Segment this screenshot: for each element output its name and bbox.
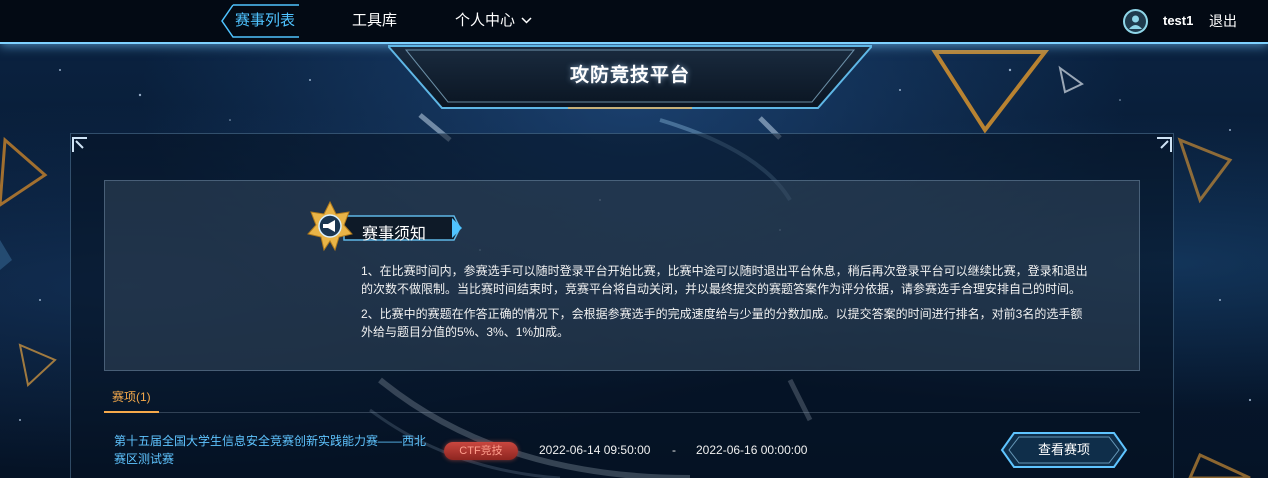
megaphone-icon (323, 220, 335, 232)
end-time: 2022-06-16 00:00:00 (696, 443, 808, 457)
nav-item-user-center[interactable]: 个人中心 (455, 0, 532, 44)
start-time: 2022-06-14 09:50:00 (539, 443, 651, 457)
username: test1 (1163, 13, 1194, 28)
view-competition-button-label[interactable]: 查看赛项 (1000, 431, 1128, 469)
notice-line: 2、比赛中的赛题在作答正确的情况下，会根据参赛选手的完成速度给与少量的分数加成。… (361, 307, 1083, 321)
notice-line: 外给与题目分值的5%、3%、1%加成。 (361, 325, 570, 339)
nav-item-competition-list[interactable]: 赛事列表 (235, 0, 295, 44)
tab-competition-items[interactable]: 赛项(1) (104, 387, 159, 413)
nav-item-toolbox[interactable]: 工具库 (352, 0, 397, 44)
top-nav: 赛事列表 工具库 个人中心 test1 退出 (0, 0, 1268, 44)
chevron-down-icon (521, 0, 532, 42)
notice-line: 的次数不做限制。当比赛时间结束时，竞赛平台将自动关闭，并以最终提交的赛题答案作为… (361, 282, 1082, 296)
user-avatar-icon[interactable] (1123, 9, 1148, 34)
tab-bar (104, 385, 1140, 413)
time-separator: - (672, 443, 676, 457)
corner-marker-icon (72, 137, 87, 152)
notice-title: 赛事须知 (362, 226, 427, 243)
nav-item-user-center-label: 个人中心 (455, 12, 516, 29)
page-title: 攻防竞技平台 (569, 65, 690, 86)
notice-line: 1、在比赛时间内，参赛选手可以随时登录平台开始比赛，比赛中途可以随时退出平台休息… (361, 264, 1088, 278)
logout-button[interactable]: 退出 (1209, 0, 1237, 42)
corner-marker-icon (1157, 137, 1172, 152)
competition-name-link[interactable]: 第十五届全国大学生信息安全竞赛创新实践能力赛——西北赛区测试赛 (114, 432, 434, 468)
competition-type-badge: CTF竞技 (444, 442, 518, 460)
